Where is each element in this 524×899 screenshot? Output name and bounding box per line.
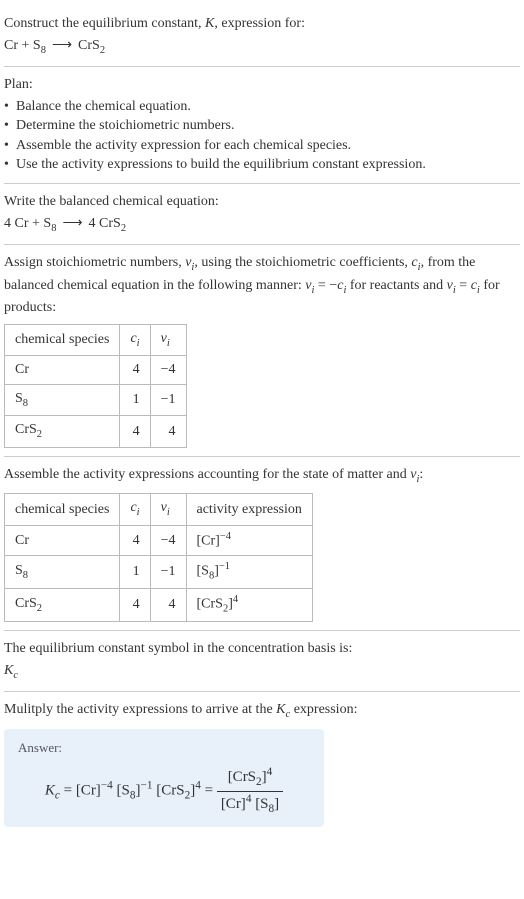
cell-activity: [CrS2]4 <box>186 589 312 622</box>
table-header-row: chemical species ci νi <box>5 324 187 355</box>
cell-activity: [S8]−1 <box>186 555 312 588</box>
col-species: chemical species <box>5 324 120 355</box>
cell-ci: 1 <box>120 555 150 588</box>
symbol-section: The equilibrium constant symbol in the c… <box>4 631 520 692</box>
cell-species: CrS2 <box>5 416 120 447</box>
answer-box: Answer: Kc = [Cr]−4 [S8]−1 [CrS2]4 = [Cr… <box>4 729 324 828</box>
term-s8: S8 <box>43 216 56 231</box>
plan-section: Plan: •Balance the chemical equation. •D… <box>4 67 520 184</box>
cell-species: S8 <box>5 555 120 588</box>
term-4cr: 4 Cr <box>4 216 29 231</box>
plan-item: •Determine the stoichiometric numbers. <box>4 116 520 136</box>
stoich-section: Assign stoichiometric numbers, νi, using… <box>4 245 520 457</box>
product-crs2: CrS2 <box>78 38 105 53</box>
reactant-cr: Cr <box>4 38 18 53</box>
cell-nui: 4 <box>150 589 186 622</box>
plan-list: •Balance the chemical equation. •Determi… <box>4 97 520 175</box>
cell-ci: 4 <box>120 356 150 385</box>
col-ci: ci <box>120 324 150 355</box>
kc-symbol: Kc <box>4 661 520 683</box>
fraction: [CrS2]4[Cr]4 [S8] <box>217 765 283 818</box>
cell-activity: [Cr]−4 <box>186 525 312 555</box>
prompt-section: Construct the equilibrium constant, K, e… <box>4 6 520 67</box>
plus-sign: + <box>29 216 44 231</box>
cell-nui: −1 <box>150 384 186 415</box>
prompt-line: Construct the equilibrium constant, K, e… <box>4 14 520 34</box>
answer-section: Mulitply the activity expressions to arr… <box>4 692 520 835</box>
cell-nui: −1 <box>150 555 186 588</box>
activity-intro: Assemble the activity expressions accoun… <box>4 465 520 487</box>
plan-item: •Use the activity expressions to build t… <box>4 155 520 175</box>
bullet-icon: • <box>4 155 16 175</box>
table-row: Cr 4 −4 [Cr]−4 <box>5 525 313 555</box>
table-row: S8 1 −1 [S8]−1 <box>5 555 313 588</box>
balanced-title: Write the balanced chemical equation: <box>4 192 520 212</box>
balanced-equation: 4 Cr + S8⟶4 CrS2 <box>4 214 520 236</box>
answer-label: Answer: <box>18 739 310 757</box>
fraction-numerator: [CrS2]4 <box>217 765 283 792</box>
cell-ci: 4 <box>120 589 150 622</box>
arrow-icon: ⟶ <box>56 216 88 231</box>
cell-species: CrS2 <box>5 589 120 622</box>
col-activity: activity expression <box>186 494 312 525</box>
plan-item: •Assemble the activity expression for ea… <box>4 136 520 156</box>
stoich-table: chemical species ci νi Cr 4 −4 S8 1 −1 C… <box>4 324 187 448</box>
table-row: CrS2 4 4 [CrS2]4 <box>5 589 313 622</box>
col-nui: νi <box>150 324 186 355</box>
plan-item: •Balance the chemical equation. <box>4 97 520 117</box>
stoich-intro: Assign stoichiometric numbers, νi, using… <box>4 253 520 318</box>
col-species: chemical species <box>5 494 120 525</box>
fraction-denominator: [Cr]4 [S8] <box>217 792 283 818</box>
table-row: Cr 4 −4 <box>5 356 187 385</box>
arrow-icon: ⟶ <box>46 38 78 53</box>
unbalanced-equation: Cr + S8⟶CrS2 <box>4 36 520 58</box>
table-header-row: chemical species ci νi activity expressi… <box>5 494 313 525</box>
k-symbol: K <box>205 16 214 31</box>
prompt-text: Construct the equilibrium constant, <box>4 16 205 31</box>
cell-species: Cr <box>5 356 120 385</box>
table-row: S8 1 −1 <box>5 384 187 415</box>
bullet-icon: • <box>4 136 16 156</box>
cell-ci: 4 <box>120 525 150 555</box>
table-row: CrS2 4 4 <box>5 416 187 447</box>
cell-ci: 4 <box>120 416 150 447</box>
plus-sign: + <box>18 38 33 53</box>
multiply-line: Mulitply the activity expressions to arr… <box>4 700 520 722</box>
cell-ci: 1 <box>120 384 150 415</box>
term-4crs2: 4 CrS2 <box>89 216 127 231</box>
cell-species: S8 <box>5 384 120 415</box>
bullet-icon: • <box>4 97 16 117</box>
activity-section: Assemble the activity expressions accoun… <box>4 457 520 632</box>
col-nui: νi <box>150 494 186 525</box>
plan-title: Plan: <box>4 75 520 95</box>
symbol-line: The equilibrium constant symbol in the c… <box>4 639 520 659</box>
col-ci: ci <box>120 494 150 525</box>
prompt-text-2: , expression for: <box>214 16 305 31</box>
balanced-section: Write the balanced chemical equation: 4 … <box>4 184 520 245</box>
activity-table: chemical species ci νi activity expressi… <box>4 493 313 622</box>
cell-species: Cr <box>5 525 120 555</box>
cell-nui: −4 <box>150 525 186 555</box>
cell-nui: 4 <box>150 416 186 447</box>
reactant-s8: S8 <box>33 38 46 53</box>
bullet-icon: • <box>4 116 16 136</box>
cell-nui: −4 <box>150 356 186 385</box>
answer-formula: Kc = [Cr]−4 [S8]−1 [CrS2]4 = [CrS2]4[Cr]… <box>18 765 310 818</box>
